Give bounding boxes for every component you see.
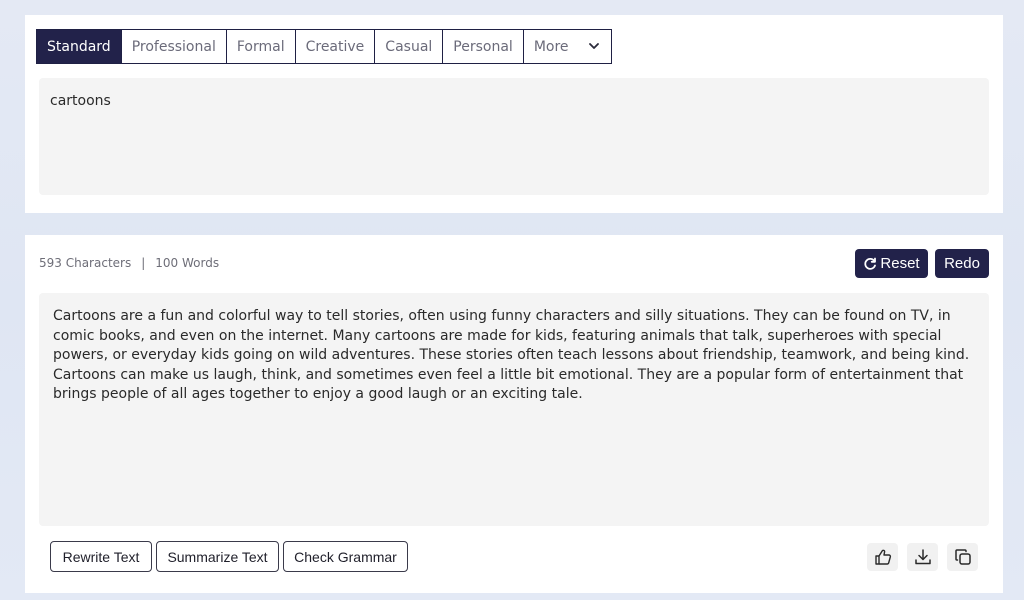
stats-separator: | bbox=[141, 256, 146, 270]
chevron-down-icon bbox=[588, 43, 599, 50]
output-text: Cartoons are a fun and colorful way to t… bbox=[39, 293, 989, 526]
tab-personal[interactable]: Personal bbox=[443, 30, 524, 63]
like-button[interactable] bbox=[867, 543, 898, 571]
tab-casual[interactable]: Casual bbox=[375, 30, 444, 63]
character-count: 593 Characters bbox=[39, 256, 132, 270]
copy-icon bbox=[954, 548, 972, 566]
tab-professional[interactable]: Professional bbox=[121, 30, 227, 63]
redo-button[interactable]: Redo bbox=[935, 249, 989, 278]
tab-standard[interactable]: Standard bbox=[37, 30, 122, 63]
output-panel: 593 Characters | 100 Words Reset Redo Ca… bbox=[25, 235, 1003, 593]
tab-creative[interactable]: Creative bbox=[295, 30, 376, 63]
check-grammar-button[interactable]: Check Grammar bbox=[283, 541, 408, 572]
rewrite-text-button[interactable]: Rewrite Text bbox=[50, 541, 152, 572]
summarize-text-button[interactable]: Summarize Text bbox=[156, 541, 279, 572]
input-panel: Standard Professional Formal Creative Ca… bbox=[25, 15, 1003, 213]
tab-formal[interactable]: Formal bbox=[226, 30, 296, 63]
text-stats: 593 Characters | 100 Words bbox=[39, 256, 219, 270]
input-textarea[interactable]: cartoons bbox=[39, 78, 989, 195]
download-button[interactable] bbox=[907, 543, 938, 571]
download-icon bbox=[914, 548, 932, 566]
refresh-icon bbox=[863, 257, 877, 271]
copy-button[interactable] bbox=[947, 543, 978, 571]
tone-tabs: Standard Professional Formal Creative Ca… bbox=[36, 29, 612, 64]
tab-more-label: More bbox=[533, 38, 569, 55]
word-count: 100 Words bbox=[155, 256, 220, 270]
reset-button[interactable]: Reset bbox=[855, 249, 928, 278]
thumbs-up-icon bbox=[874, 548, 892, 566]
reset-label: Reset bbox=[880, 255, 920, 272]
tab-more-dropdown[interactable]: More bbox=[523, 30, 611, 63]
